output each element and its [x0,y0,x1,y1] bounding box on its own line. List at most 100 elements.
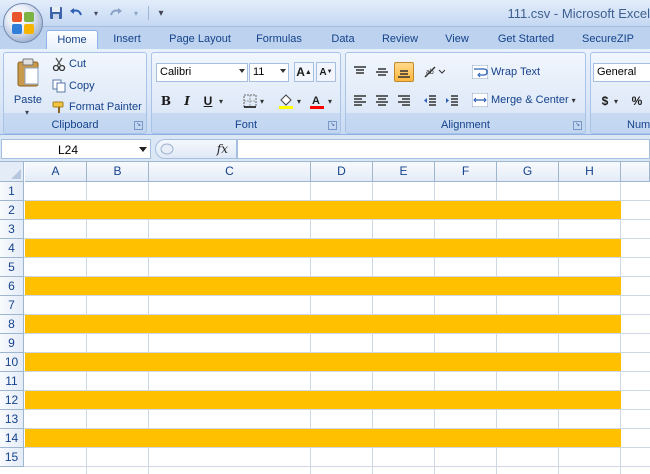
italic-button[interactable]: I [177,91,197,111]
font-dialog-launcher-icon[interactable]: ↘ [328,121,337,130]
underline-dropdown-icon[interactable]: ▾ [219,97,223,106]
underline-button[interactable]: U [198,91,218,111]
tab-data[interactable]: Data [322,30,364,49]
column-header-d[interactable]: D [311,162,373,182]
column-header-a[interactable]: A [25,162,87,182]
orientation-icon: ab [424,66,445,78]
row-header-12[interactable]: 12 [0,391,24,410]
borders-button[interactable] [240,91,260,111]
column-header-e[interactable]: E [373,162,435,182]
highlighted-row-8[interactable] [25,315,621,333]
highlighted-row-6[interactable] [25,277,621,295]
font-size-select[interactable]: 11 [249,63,289,82]
row-header-7[interactable]: 7 [0,296,24,315]
undo-dropdown-icon[interactable]: ▾ [88,5,104,21]
paste-dropdown-icon: ▾ [25,108,30,117]
row-header-4[interactable]: 4 [0,239,24,258]
column-header-c[interactable]: C [149,162,311,182]
font-family-select[interactable]: Calibri [156,63,248,82]
column-header-f[interactable]: F [435,162,497,182]
tab-view[interactable]: View [436,30,478,49]
column-header-i[interactable] [621,162,650,182]
row-header-3[interactable]: 3 [0,220,24,239]
tab-insert[interactable]: Insert [104,30,150,49]
shrink-font-button[interactable]: A ▼ [316,62,336,82]
customize-qat-icon[interactable]: ▾ [153,5,169,21]
row-header-13[interactable]: 13 [0,410,24,429]
paint-bucket-icon [279,94,293,109]
save-icon[interactable] [48,5,64,21]
align-top-button[interactable] [350,62,370,82]
office-button[interactable] [3,3,43,43]
fill-color-dropdown-icon[interactable]: ▾ [297,97,301,106]
row-header-9[interactable]: 9 [0,334,24,353]
alignment-dialog-launcher-icon[interactable]: ↘ [573,121,582,130]
borders-dropdown-icon[interactable]: ▾ [260,97,264,106]
clipboard-dialog-launcher-icon[interactable]: ↘ [134,121,143,130]
decrease-indent-button[interactable] [420,91,440,111]
row-header-11[interactable]: 11 [0,372,24,391]
font-color-dropdown-icon[interactable]: ▾ [328,97,332,106]
currency-button[interactable]: $ [595,91,615,111]
tab-securezip[interactable]: SecureZIP [572,30,644,49]
column-header-g[interactable]: G [497,162,559,182]
row-header-6[interactable]: 6 [0,277,24,296]
name-box[interactable]: L24 [1,139,151,159]
highlighted-row-4[interactable] [25,239,621,257]
row-header-10[interactable]: 10 [0,353,24,372]
align-middle-icon [376,68,388,76]
row-header-1[interactable]: 1 [0,182,24,201]
fill-color-button[interactable] [276,91,296,111]
formula-input[interactable] [237,139,650,159]
format-painter-button[interactable]: Format Painter [52,100,142,114]
redo-dropdown-icon[interactable]: ▾ [128,5,144,21]
highlighted-row-10[interactable] [25,353,621,371]
tab-page-layout[interactable]: Page Layout [160,30,240,49]
increase-indent-button[interactable] [442,91,462,111]
increase-indent-icon [446,95,458,106]
row-header-15[interactable]: 15 [0,448,24,467]
tab-get-started[interactable]: Get Started [488,30,564,49]
row-header-14[interactable]: 14 [0,429,24,448]
borders-icon [243,94,257,108]
align-left-button[interactable] [350,91,370,111]
number-group-label: Num [627,119,650,131]
font-color-icon: A [310,95,324,109]
select-all-button[interactable] [0,162,24,182]
grow-font-button[interactable]: A ▲ [294,62,314,82]
column-header-h[interactable]: H [559,162,621,182]
paste-button[interactable]: Paste ▾ [8,56,48,117]
column-header-b[interactable]: B [87,162,149,182]
row-header-5[interactable]: 5 [0,258,24,277]
highlighted-row-12[interactable] [25,391,621,409]
align-center-button[interactable] [372,91,392,111]
row-header-2[interactable]: 2 [0,201,24,220]
cut-button[interactable]: Cut [52,57,86,71]
merge-center-button[interactable]: Merge & Center ▾ [472,93,576,107]
percent-button[interactable]: % [627,91,647,111]
currency-dropdown-icon[interactable]: ▾ [614,97,618,106]
highlighted-row-14[interactable] [25,429,621,447]
insert-function-button[interactable]: fx [217,142,228,156]
undo-icon[interactable] [68,5,84,21]
wrap-text-button[interactable]: Wrap Text [472,65,540,79]
number-format-select[interactable]: General [593,63,650,82]
orientation-button[interactable]: ab [420,62,448,82]
chevron-down-icon [239,69,245,73]
tab-review[interactable]: Review [374,30,426,49]
bold-button[interactable]: B [156,91,176,111]
redo-icon[interactable] [108,5,124,21]
tab-formulas[interactable]: Formulas [248,30,310,49]
align-right-button[interactable] [394,91,414,111]
align-middle-button[interactable] [372,62,392,82]
align-center-icon [376,95,388,106]
align-bottom-button[interactable] [394,62,414,82]
font-color-button[interactable]: A [307,91,327,111]
worksheet-grid[interactable]: A B C D E F G H 1 2 3 4 5 6 7 8 9 10 11 12 13 14 15 [0,162,650,474]
resize-handle-icon [160,143,174,155]
row-header-8[interactable]: 8 [0,315,24,334]
highlighted-row-2[interactable] [25,201,621,219]
office-logo-icon [12,12,34,34]
tab-home[interactable]: Home [46,30,98,49]
copy-button[interactable]: Copy [52,79,95,93]
